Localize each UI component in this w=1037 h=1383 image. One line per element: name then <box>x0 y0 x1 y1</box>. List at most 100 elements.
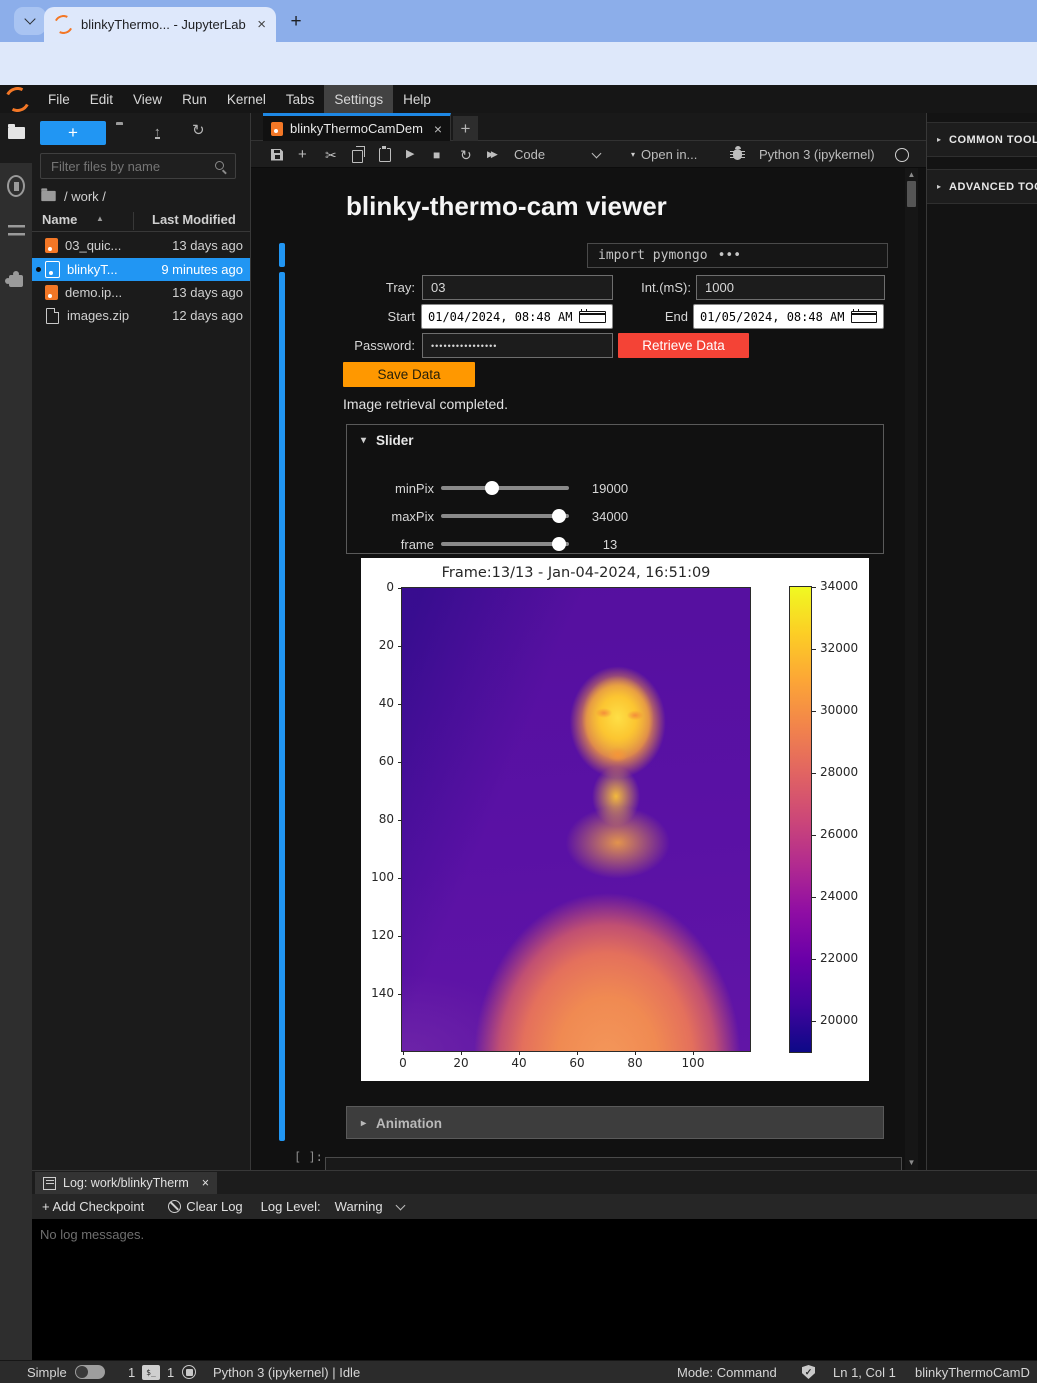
add-checkpoint-button[interactable]: + Add Checkpoint <box>42 1199 144 1214</box>
home-folder-icon[interactable] <box>41 191 55 201</box>
terminals-count[interactable]: 1 <box>128 1361 135 1383</box>
kernel-status-text[interactable]: Python 3 (ipykernel) | Idle <box>213 1361 360 1383</box>
tab-close-icon[interactable]: × <box>257 17 266 32</box>
menu-run[interactable]: Run <box>172 85 217 113</box>
colorbar-tick-label: 22000 <box>820 951 858 965</box>
file-browser-tab[interactable] <box>7 127 25 139</box>
close-icon[interactable]: × <box>202 1176 209 1190</box>
menu-view[interactable]: View <box>123 85 172 113</box>
kernel-name[interactable]: Python 3 (ipykernel) <box>759 147 875 162</box>
interrupt-kernel-button[interactable]: ■ <box>433 147 440 162</box>
kernels-count[interactable]: 1 <box>167 1361 174 1383</box>
chevron-down-icon[interactable] <box>395 1200 405 1210</box>
end-datetime-input[interactable]: 01/05/2024, 08:48 AM <box>693 304 884 329</box>
scroll-up-icon[interactable]: ▲ <box>907 171 916 179</box>
cell-type-select[interactable]: Code <box>514 147 545 162</box>
tray-input[interactable] <box>422 275 613 300</box>
maxpix-slider-handle[interactable] <box>552 509 566 523</box>
file-row-demo[interactable]: demo.ip... 13 days ago <box>32 281 250 304</box>
maxpix-slider-track[interactable] <box>441 514 569 518</box>
log-tab-title: Log: work/blinkyTherm <box>63 1176 195 1190</box>
file-row-images-zip[interactable]: images.zip 12 days ago <box>32 304 250 327</box>
file-row-03-quick[interactable]: 03_quic... 13 days ago <box>32 234 250 257</box>
bug-icon <box>733 149 742 160</box>
cell-collapser[interactable] <box>279 243 285 267</box>
menu-help[interactable]: Help <box>393 85 441 113</box>
kernel-status-indicator <box>895 147 909 162</box>
empty-code-cell[interactable] <box>325 1157 902 1170</box>
notebook-scrollbar[interactable]: ▲ ▼ <box>905 168 918 1170</box>
file-filter[interactable] <box>40 153 236 179</box>
sort-caret-icon[interactable]: ▲ <box>96 214 104 223</box>
column-name[interactable]: Name <box>42 212 77 227</box>
clear-log-button[interactable]: Clear Log <box>168 1199 242 1214</box>
add-cell-button[interactable]: + <box>298 147 307 162</box>
interval-input[interactable] <box>696 275 885 300</box>
common-tools-section[interactable]: ▸ COMMON TOOLS <box>927 122 1037 157</box>
notebook-heading: blinky-thermo-cam viewer <box>346 191 667 222</box>
breadcrumb-path[interactable]: / work / <box>64 189 106 204</box>
notebook-tab[interactable]: blinkyThermoCamDem × <box>263 113 451 141</box>
column-modified[interactable]: Last Modified <box>152 212 236 227</box>
expand-ellipsis[interactable]: ••• <box>718 248 741 263</box>
new-tab-button[interactable]: + <box>284 10 308 34</box>
save-button[interactable] <box>271 147 283 162</box>
restart-run-all-button[interactable]: ▶▶ <box>487 147 495 162</box>
log-tab[interactable]: Log: work/blinkyTherm × <box>35 1172 217 1194</box>
save-data-button[interactable]: Save Data <box>343 362 475 387</box>
menu-edit[interactable]: Edit <box>80 85 123 113</box>
new-launcher-button[interactable]: + <box>40 121 106 145</box>
simple-mode-toggle[interactable] <box>75 1361 105 1383</box>
add-tab-button[interactable]: + <box>453 116 478 141</box>
animation-accordion[interactable]: ▸ Animation <box>346 1106 884 1139</box>
restart-kernel-button[interactable]: ↻ <box>460 147 472 162</box>
file-list-header: Name ▲ Last Modified <box>32 210 250 232</box>
advanced-tools-section[interactable]: ▸ ADVANCED TOOLS <box>927 169 1037 204</box>
breadcrumb[interactable]: / work / <box>40 186 106 206</box>
collapsed-code-cell[interactable]: import pymongo ••• <box>587 243 888 268</box>
menu-file[interactable]: File <box>38 85 80 113</box>
slider-accordion-header[interactable]: ▾ Slider <box>347 425 883 455</box>
file-filter-input[interactable] <box>49 158 208 175</box>
cell-collapser[interactable] <box>279 272 285 1141</box>
password-input[interactable] <box>422 333 613 358</box>
scrollbar-thumb[interactable] <box>907 181 916 207</box>
column-divider[interactable] <box>133 212 134 230</box>
start-datetime-input[interactable]: 01/04/2024, 08:48 AM <box>421 304 613 329</box>
calendar-icon[interactable] <box>851 311 878 323</box>
file-row-blinky-selected[interactable]: blinkyT... 9 minutes ago <box>32 258 250 281</box>
tab-search-button[interactable] <box>14 7 46 35</box>
cut-cells-button[interactable]: ✂ <box>325 147 337 162</box>
table-of-contents-tab[interactable] <box>7 225 25 239</box>
minpix-slider-handle[interactable] <box>485 481 499 495</box>
kernel-sessions-icon[interactable] <box>182 1361 196 1383</box>
cell-type-chevron-icon[interactable] <box>593 147 600 162</box>
copy-cells-button[interactable] <box>352 147 363 162</box>
clear-icon <box>168 1200 181 1213</box>
run-cell-button[interactable]: ▶ <box>406 147 414 162</box>
log-level-select[interactable]: Warning <box>335 1199 383 1214</box>
animation-accordion-header[interactable]: ▸ Animation <box>347 1107 883 1140</box>
terminal-icon[interactable]: $_ <box>142 1361 160 1383</box>
paste-cells-button[interactable] <box>379 147 391 162</box>
upload-button[interactable]: ↑ <box>154 123 161 141</box>
debugger-button[interactable] <box>733 147 742 162</box>
open-in-dropdown[interactable]: ▾Open in... <box>631 147 697 162</box>
menu-tabs[interactable]: Tabs <box>276 85 325 113</box>
menu-kernel[interactable]: Kernel <box>217 85 276 113</box>
browser-tab[interactable]: blinkyThermo... - JupyterLab × <box>44 7 276 42</box>
tray-label: Tray: <box>311 275 415 300</box>
running-sessions-tab[interactable] <box>7 175 25 197</box>
caret-right-icon: ▸ <box>937 182 941 191</box>
menu-settings[interactable]: Settings <box>324 85 393 113</box>
refresh-files-button[interactable]: ↻ <box>192 123 205 138</box>
minpix-slider-track[interactable] <box>441 486 569 490</box>
scroll-down-icon[interactable]: ▼ <box>907 1159 916 1167</box>
retrieve-data-button[interactable]: Retrieve Data <box>618 333 749 358</box>
colorbar-tick-label: 20000 <box>820 1013 858 1027</box>
frame-slider-handle[interactable] <box>552 537 566 551</box>
simple-mode-label: Simple <box>27 1361 67 1383</box>
frame-slider-track[interactable] <box>441 542 569 546</box>
extension-manager-tab[interactable] <box>7 275 25 287</box>
close-icon[interactable]: × <box>434 121 442 137</box>
